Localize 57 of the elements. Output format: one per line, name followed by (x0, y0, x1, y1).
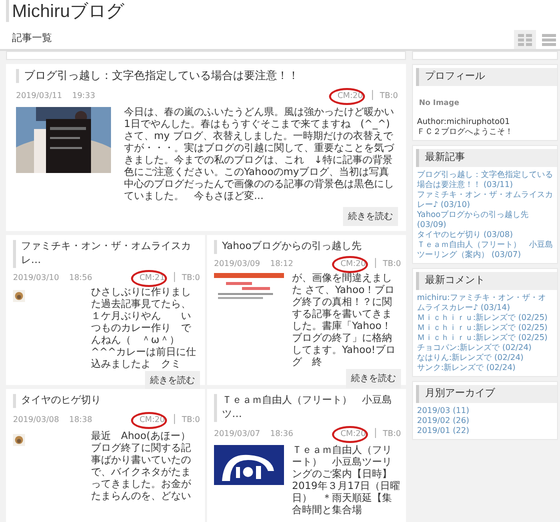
sidebar-link[interactable]: michiru:ファミチキ・オン・ザ・オムライスカレー♪ (03/14) (417, 293, 553, 313)
article-title[interactable]: ブログ引っ越し：文字色指定している場合は要注意！！ (16, 69, 398, 83)
comment-count[interactable]: CM:20 (340, 428, 366, 438)
sidebar-link[interactable]: Ｔｅａｍ自由人（フリート） 小豆島ツーリング（案内） (03/07) (417, 240, 553, 260)
panel-heading: 最新コメント (416, 272, 557, 290)
article-title[interactable]: Yahooブログからの引っ越し先 (214, 240, 401, 254)
post-time: 19:33 (72, 90, 96, 100)
sidebar-link[interactable]: なはりん:新レンズで (02/24) (417, 353, 553, 363)
read-more-button[interactable]: 続きを読む (145, 371, 200, 390)
grid-view-button[interactable] (514, 30, 536, 49)
sidebar-link[interactable]: Ｍｉｃｈｉｒｕ:新レンズで (02/25) (417, 323, 553, 333)
comment-count[interactable]: CM:21 (139, 272, 165, 282)
read-more-button[interactable]: 続きを読む (343, 207, 398, 226)
read-more-button[interactable]: 続きを読む (346, 369, 401, 388)
article-excerpt: 最近 Ahoo(あほー）ブログ終了に関する記事ばかり書いていたので、バイクネタがたまってきました。お金がたまらんのを、どない (91, 431, 192, 503)
trackback-count[interactable]: TB:0 (182, 414, 200, 424)
comment-count[interactable]: CM:20 (139, 414, 165, 424)
article-excerpt: Ｔｅａｍ自由人（フリート） 小豆島ツーリングのご案内【日時】 2019年３月17日（日曜日） ＊雨天順延【集合時間と集合場 (292, 445, 401, 517)
post-time: 18:36 (270, 428, 294, 438)
trackback-count[interactable]: TB:0 (380, 90, 398, 100)
post-date: 2019/03/07 (214, 428, 260, 438)
article-excerpt: が、画像を間違えました さて、Yahoo！ブログ終了の真相！？に関する記事を書いてきました。書庫「Yahoo！ブログの終了」に格納してます。Yahoo!ブログ 終 (292, 273, 396, 369)
comment-count[interactable]: CM:20 (337, 90, 363, 100)
article-title[interactable]: Ｔｅａｍ自由人（フリート） 小豆島ツ… (214, 394, 401, 422)
trackback-count[interactable]: TB:0 (382, 428, 401, 438)
sidebar-link[interactable]: タイヤのヒゲ切り (03/08) (417, 230, 553, 240)
article-excerpt: ひさしぶりに作りました過去記事見てたら、１ケ月ぶりやん いつものカレー作り でんねん（ ＾ω＾）^^^カレーは前日に仕込みましたよ クミ (91, 287, 198, 371)
sidebar-link[interactable]: Yahooブログからの引っ越し先 (03/09) (417, 210, 553, 230)
sidebar-link[interactable]: Ｍｉｃｈｉｒｕ:新レンズで (02/25) (417, 333, 553, 343)
post-date: 2019/03/10 (13, 272, 60, 282)
blog-title[interactable]: Michiruブログ (6, 0, 124, 22)
post-time: 18:12 (270, 258, 294, 268)
sidebar-link[interactable]: 2019/02 (26) (417, 416, 553, 426)
sidebar-link[interactable]: ファミチキ・オン・ザ・オムライスカレー♪ (03/10) (417, 190, 553, 210)
author-name: Author:michiruphoto01 (417, 117, 511, 127)
sidebar-link[interactable]: サンク:新レンズで (02/24) (417, 363, 553, 373)
panel-heading: 最新記事 (416, 149, 557, 167)
article-title[interactable]: ファミチキ・オン・ザ・オムライスカレ… (13, 240, 200, 268)
article-excerpt: 今日は、春の嵐のふいたうどん県。風は強かったけど暖かい1日でやんした。春はもうすぐそこまで来てますね (^_^)さて、my ブログ、衣替えしました。一時期だけの衣替えですが・・・。実はブログの引越に関して、重要なことを気づきました。今までの私のブログは、これ ↓特に記事の背景色にご注意ください。このYahooのmyブログ、当初は写真中心のブログだったんで画像ののる記事の背景色は黒色にしていました。 今もさほど変... (124, 107, 396, 203)
sidebar-link[interactable]: Ｍｉｃｈｉｒｕ:新レンズで (02/25) (417, 313, 553, 323)
trackback-count[interactable]: TB:0 (182, 272, 200, 282)
sidebar-link[interactable]: 2019/01 (22) (417, 426, 553, 436)
welcome-text: ＦＣ２ブログへようこそ！ (417, 127, 514, 137)
post-time: 18:56 (69, 272, 92, 282)
sidebar-link[interactable]: チョコパン:新レンズで (02/24) (417, 343, 553, 353)
panel-heading: プロフィール (416, 68, 557, 86)
post-time: 18:38 (69, 414, 92, 424)
section-title: 記事一覧 (12, 32, 52, 45)
post-date: 2019/03/09 (214, 258, 260, 268)
trackback-count[interactable]: TB:0 (382, 258, 401, 268)
post-date: 2019/03/08 (13, 414, 60, 424)
sidebar-link[interactable]: ブログ引っ越し：文字色指定している場合は要注意！！ (03/11) (417, 170, 553, 190)
comment-count[interactable]: CM:20 (340, 258, 366, 268)
post-date: 2019/03/11 (16, 90, 62, 100)
article-title[interactable]: タイヤのヒゲ切り (13, 394, 200, 408)
panel-heading: 月別アーカイブ (416, 385, 557, 403)
sidebar-link[interactable]: 2019/03 (11) (417, 406, 553, 416)
